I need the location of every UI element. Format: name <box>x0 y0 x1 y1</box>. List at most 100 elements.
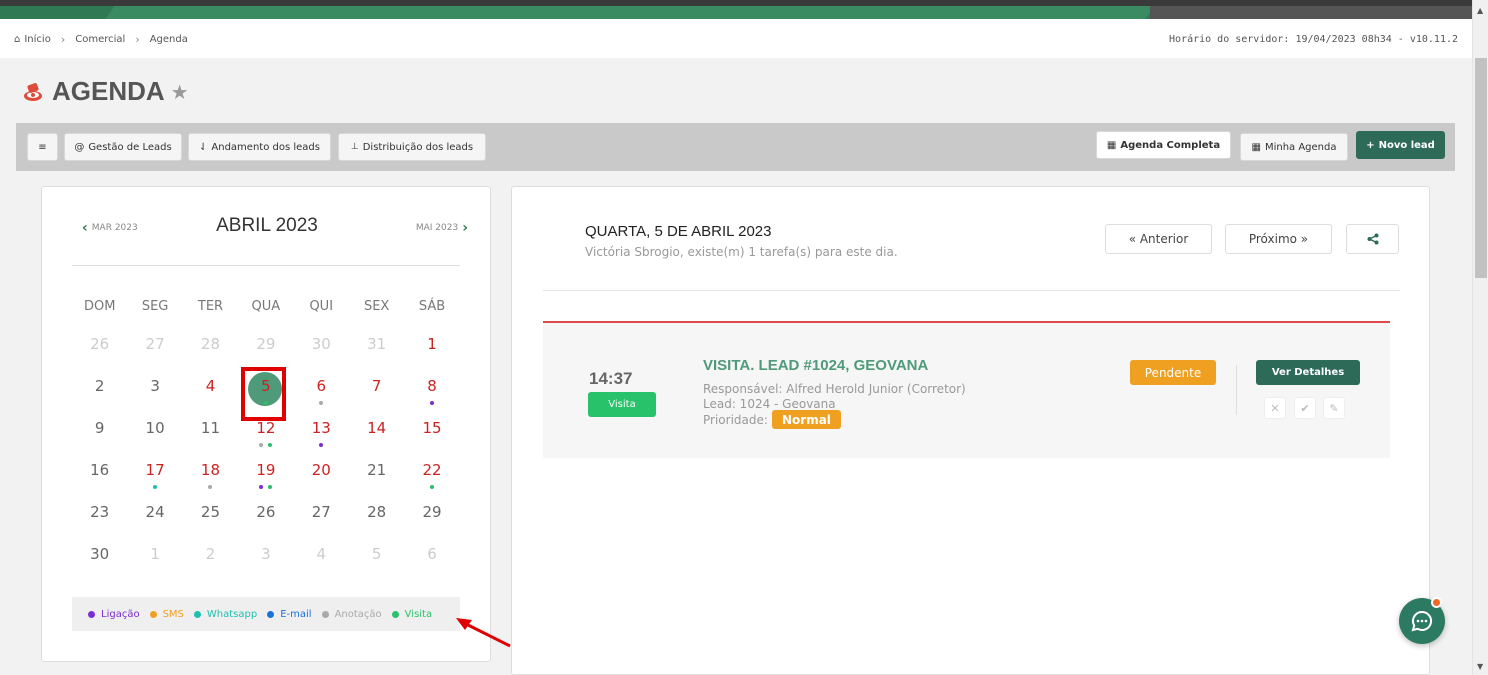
calendar-day[interactable]: 21 <box>349 453 404 495</box>
calendar-header: ‹ MAR 2023 ABRIL 2023 MAI 2023 › <box>42 187 492 267</box>
calendar-day[interactable]: 4 <box>294 537 349 579</box>
calendar-day[interactable]: 1 <box>404 327 459 369</box>
agenda-completa-button[interactable]: ▦ Agenda Completa <box>1096 131 1231 159</box>
calendar-legend: Ligação SMS Whatsapp E-mail Anotação Visita <box>72 597 460 631</box>
novo-lead-button[interactable]: + Novo lead <box>1356 131 1445 159</box>
task-card[interactable]: 14:37 Visita VISITA. LEAD #1024, GEOVANA… <box>543 321 1390 458</box>
calendar-week-row: 9 10 11 12 13 14 15 <box>72 411 460 453</box>
andamento-leads-label: Andamento dos leads <box>211 141 320 153</box>
calendar-day[interactable]: 23 <box>72 495 127 537</box>
ver-detalhes-button[interactable]: Ver Detalhes <box>1256 360 1360 385</box>
calendar-day[interactable]: 12 <box>238 411 293 453</box>
day-number: 26 <box>256 503 276 521</box>
task-title[interactable]: VISITA. LEAD #1024, GEOVANA <box>703 357 928 374</box>
calendar-day[interactable]: 31 <box>349 327 404 369</box>
day-number: 10 <box>145 419 165 437</box>
edit-task-button[interactable]: ✎ <box>1323 397 1345 419</box>
share-button[interactable] <box>1346 224 1399 254</box>
calendar-day[interactable]: 30 <box>294 327 349 369</box>
calendar-day[interactable]: 19 <box>238 453 293 495</box>
calendar-day[interactable]: 22 <box>404 453 459 495</box>
legend-item: Anotação <box>321 609 382 620</box>
calendar-day[interactable]: 10 <box>127 411 182 453</box>
favorite-star-icon[interactable]: ★ <box>171 80 189 104</box>
next-month-label: MAI 2023 <box>415 223 459 233</box>
day-number: 30 <box>311 335 331 353</box>
andamento-leads-button[interactable]: ⇃ Andamento dos leads <box>188 133 331 161</box>
day-number: 9 <box>94 419 105 437</box>
chevron-right-icon: › <box>462 220 468 236</box>
calendar-day-selected[interactable]: 5 <box>238 367 293 421</box>
day-number: 4 <box>316 545 327 563</box>
calendar-day[interactable]: 15 <box>404 411 459 453</box>
distribuicao-leads-button[interactable]: ⊥ Distribuição dos leads <box>338 133 486 161</box>
calendar-day[interactable]: 25 <box>183 495 238 537</box>
task-type-badge: Visita <box>588 392 656 417</box>
calendar-day[interactable]: 27 <box>127 327 182 369</box>
calendar-day[interactable]: 30 <box>72 537 127 579</box>
previous-day-button[interactable]: « Anterior <box>1105 224 1212 254</box>
task-prioridade-label: Prioridade: <box>703 413 768 427</box>
day-number: 27 <box>311 503 331 521</box>
scroll-thumb[interactable] <box>1475 58 1487 278</box>
calendar-day[interactable]: 4 <box>183 369 238 411</box>
calendar-day[interactable]: 24 <box>127 495 182 537</box>
menu-button[interactable]: ≡ <box>27 133 58 161</box>
calendar-day[interactable]: 18 <box>183 453 238 495</box>
calendar-day[interactable]: 1 <box>127 537 182 579</box>
event-dots <box>127 485 182 489</box>
divider <box>72 265 460 266</box>
calendar-day[interactable]: 17 <box>127 453 182 495</box>
calendar-icon: ▦ <box>1251 141 1261 153</box>
calendar-day[interactable]: 16 <box>72 453 127 495</box>
next-month-link[interactable]: MAI 2023 › <box>416 220 468 236</box>
calendar-day[interactable]: 14 <box>349 411 404 453</box>
calendar-day[interactable]: 2 <box>72 369 127 411</box>
calendar-day[interactable]: 26 <box>238 495 293 537</box>
day-number: 4 <box>205 377 216 395</box>
calendar-day[interactable]: 28 <box>183 327 238 369</box>
chat-button[interactable] <box>1399 597 1445 644</box>
minha-agenda-button[interactable]: ▦ Minha Agenda <box>1240 133 1348 161</box>
calendar-day[interactable]: 27 <box>294 495 349 537</box>
breadcrumb-comercial[interactable]: Comercial <box>75 34 125 45</box>
calendar-day[interactable]: 20 <box>294 453 349 495</box>
sitemap-icon: ⊥ <box>350 142 359 152</box>
page-scrollbar[interactable]: ▲ ▼ <box>1472 0 1488 675</box>
calendar-day[interactable]: 6 <box>294 369 349 411</box>
weekday-label: QUA <box>251 299 281 314</box>
calendar-day[interactable]: 29 <box>404 495 459 537</box>
gestao-leads-button[interactable]: @ Gestão de Leads <box>64 133 182 161</box>
calendar-day[interactable]: 3 <box>238 537 293 579</box>
calendar-day[interactable]: 26 <box>72 327 127 369</box>
complete-task-button[interactable]: ✔ <box>1294 397 1316 419</box>
calendar-day[interactable]: 8 <box>404 369 459 411</box>
weekday-label: SEG <box>141 299 169 314</box>
calendar-day[interactable]: 5 <box>349 537 404 579</box>
calendar-day[interactable]: 3 <box>127 369 182 411</box>
calendar-day[interactable]: 11 <box>183 411 238 453</box>
event-dot <box>153 485 158 489</box>
next-day-button[interactable]: Próximo » <box>1225 224 1332 254</box>
calendar-day[interactable]: 2 <box>183 537 238 579</box>
scroll-down-icon[interactable]: ▼ <box>1477 662 1483 671</box>
calendar-week-row: 2 3 4 5 6 7 8 <box>72 367 460 421</box>
day-number: 25 <box>200 503 221 521</box>
calendar-week-row: 30 1 2 3 4 5 6 <box>72 537 460 579</box>
cancel-task-button[interactable]: ✕ <box>1264 397 1286 419</box>
calendar-day[interactable]: 29 <box>238 327 293 369</box>
home-icon[interactable]: ⌂ <box>14 34 20 45</box>
calendar-day[interactable]: 9 <box>72 411 127 453</box>
task-lead: Lead: 1024 - Geovana <box>703 397 836 411</box>
calendar-day[interactable]: 13 <box>294 411 349 453</box>
day-title: QUARTA, 5 DE ABRIL 2023 <box>585 223 772 240</box>
day-subtitle: Victória Sbrogio, existe(m) 1 tarefa(s) … <box>585 245 898 259</box>
calendar-day[interactable]: 6 <box>404 537 459 579</box>
breadcrumb-inicio[interactable]: Início <box>24 34 50 45</box>
calendar-day[interactable]: 7 <box>349 369 404 411</box>
weekday-label: SÁB <box>418 299 446 314</box>
scroll-up-icon[interactable]: ▲ <box>1477 6 1483 15</box>
legend-item: SMS <box>149 609 184 620</box>
calendar-day[interactable]: 28 <box>349 495 404 537</box>
hamburger-icon: ≡ <box>38 141 47 153</box>
